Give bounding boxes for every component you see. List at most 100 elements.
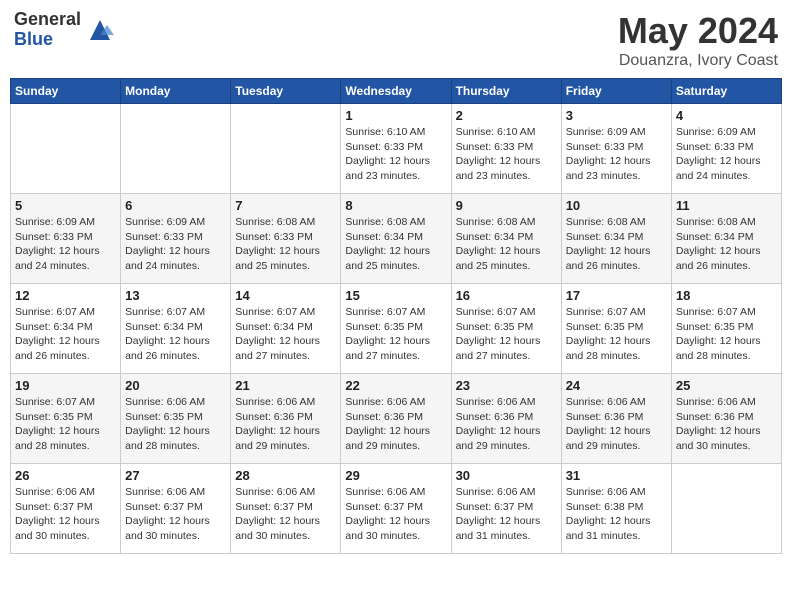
weekday-header-thursday: Thursday (451, 79, 561, 104)
day-info: Sunrise: 6:08 AM Sunset: 6:34 PM Dayligh… (566, 215, 667, 274)
calendar-cell: 4 Sunrise: 6:09 AM Sunset: 6:33 PM Daylig… (671, 104, 781, 194)
calendar-cell: 17Sunrise: 6:07 AM Sunset: 6:35 PM Dayli… (561, 284, 671, 374)
day-number: 29 (345, 468, 446, 483)
day-info: Sunrise: 6:06 AM Sunset: 6:35 PM Dayligh… (125, 395, 226, 454)
calendar-week-row: 26 Sunrise: 6:06 AM Sunset: 6:37 PM Dayli… (11, 464, 782, 554)
weekday-header-saturday: Saturday (671, 79, 781, 104)
calendar-cell: 7Sunrise: 6:08 AM Sunset: 6:33 PM Daylig… (231, 194, 341, 284)
day-info: Sunrise: 6:07 AM Sunset: 6:34 PM Dayligh… (235, 305, 336, 364)
day-info: Sunrise: 6:09 AM Sunset: 6:33 PM Dayligh… (676, 125, 777, 184)
day-number: 20 (125, 378, 226, 393)
day-info: Sunrise: 6:06 AM Sunset: 6:37 PM Dayligh… (456, 485, 557, 544)
day-number: 24 (566, 378, 667, 393)
day-info: Sunrise: 6:07 AM Sunset: 6:34 PM Dayligh… (125, 305, 226, 364)
calendar-cell: 31Sunrise: 6:06 AM Sunset: 6:38 PM Dayli… (561, 464, 671, 554)
day-number: 26 (15, 468, 116, 483)
calendar-cell: 20 Sunrise: 6:06 AM Sunset: 6:35 PM Dayli… (121, 374, 231, 464)
day-number: 21 (235, 378, 336, 393)
calendar-cell (231, 104, 341, 194)
day-info: Sunrise: 6:06 AM Sunset: 6:36 PM Dayligh… (345, 395, 446, 454)
calendar-cell: 8 Sunrise: 6:08 AM Sunset: 6:34 PM Daylig… (341, 194, 451, 284)
day-info: Sunrise: 6:09 AM Sunset: 6:33 PM Dayligh… (15, 215, 116, 274)
day-info: Sunrise: 6:06 AM Sunset: 6:37 PM Dayligh… (235, 485, 336, 544)
day-number: 7 (235, 198, 336, 213)
day-number: 6 (125, 198, 226, 213)
calendar-cell (121, 104, 231, 194)
day-info: Sunrise: 6:07 AM Sunset: 6:35 PM Dayligh… (456, 305, 557, 364)
day-info: Sunrise: 6:07 AM Sunset: 6:34 PM Dayligh… (15, 305, 116, 364)
calendar-cell: 5 Sunrise: 6:09 AM Sunset: 6:33 PM Daylig… (11, 194, 121, 284)
calendar-table: SundayMondayTuesdayWednesdayThursdayFrid… (10, 78, 782, 554)
calendar-cell: 18 Sunrise: 6:07 AM Sunset: 6:35 PM Dayli… (671, 284, 781, 374)
weekday-header-friday: Friday (561, 79, 671, 104)
day-number: 2 (456, 108, 557, 123)
calendar-cell: 12 Sunrise: 6:07 AM Sunset: 6:34 PM Dayli… (11, 284, 121, 374)
calendar-cell: 29 Sunrise: 6:06 AM Sunset: 6:37 PM Dayli… (341, 464, 451, 554)
day-info: Sunrise: 6:07 AM Sunset: 6:35 PM Dayligh… (345, 305, 446, 364)
calendar-cell: 16 Sunrise: 6:07 AM Sunset: 6:35 PM Dayli… (451, 284, 561, 374)
day-info: Sunrise: 6:06 AM Sunset: 6:37 PM Dayligh… (125, 485, 226, 544)
day-number: 19 (15, 378, 116, 393)
calendar-cell: 19Sunrise: 6:07 AM Sunset: 6:35 PM Dayli… (11, 374, 121, 464)
calendar-header: General Blue May 2024 Douanzra, Ivory Co… (10, 10, 782, 70)
calendar-cell: 14 Sunrise: 6:07 AM Sunset: 6:34 PM Dayli… (231, 284, 341, 374)
calendar-cell: 24 Sunrise: 6:06 AM Sunset: 6:36 PM Dayli… (561, 374, 671, 464)
calendar-cell: 15Sunrise: 6:07 AM Sunset: 6:35 PM Dayli… (341, 284, 451, 374)
calendar-week-row: 5 Sunrise: 6:09 AM Sunset: 6:33 PM Daylig… (11, 194, 782, 284)
location-title: Douanzra, Ivory Coast (618, 52, 778, 70)
day-info: Sunrise: 6:09 AM Sunset: 6:33 PM Dayligh… (566, 125, 667, 184)
day-number: 13 (125, 288, 226, 303)
calendar-cell: 1 Sunrise: 6:10 AM Sunset: 6:33 PM Daylig… (341, 104, 451, 194)
day-number: 5 (15, 198, 116, 213)
calendar-cell: 6 Sunrise: 6:09 AM Sunset: 6:33 PM Daylig… (121, 194, 231, 284)
day-info: Sunrise: 6:10 AM Sunset: 6:33 PM Dayligh… (345, 125, 446, 184)
day-info: Sunrise: 6:06 AM Sunset: 6:36 PM Dayligh… (676, 395, 777, 454)
title-area: May 2024 Douanzra, Ivory Coast (618, 10, 778, 70)
day-info: Sunrise: 6:08 AM Sunset: 6:34 PM Dayligh… (345, 215, 446, 274)
day-number: 30 (456, 468, 557, 483)
logo: General Blue (14, 10, 115, 50)
day-number: 23 (456, 378, 557, 393)
calendar-cell: 27Sunrise: 6:06 AM Sunset: 6:37 PM Dayli… (121, 464, 231, 554)
day-info: Sunrise: 6:06 AM Sunset: 6:37 PM Dayligh… (15, 485, 116, 544)
calendar-cell: 28 Sunrise: 6:06 AM Sunset: 6:37 PM Dayli… (231, 464, 341, 554)
calendar-cell: 30 Sunrise: 6:06 AM Sunset: 6:37 PM Dayli… (451, 464, 561, 554)
calendar-week-row: 1 Sunrise: 6:10 AM Sunset: 6:33 PM Daylig… (11, 104, 782, 194)
logo-general-text: General (14, 10, 81, 30)
day-number: 9 (456, 198, 557, 213)
calendar-cell: 10Sunrise: 6:08 AM Sunset: 6:34 PM Dayli… (561, 194, 671, 284)
day-number: 12 (15, 288, 116, 303)
day-number: 28 (235, 468, 336, 483)
day-number: 11 (676, 198, 777, 213)
day-number: 14 (235, 288, 336, 303)
day-number: 4 (676, 108, 777, 123)
calendar-cell: 9Sunrise: 6:08 AM Sunset: 6:34 PM Daylig… (451, 194, 561, 284)
day-number: 16 (456, 288, 557, 303)
weekday-header-wednesday: Wednesday (341, 79, 451, 104)
day-number: 8 (345, 198, 446, 213)
calendar-cell: 2 Sunrise: 6:10 AM Sunset: 6:33 PM Daylig… (451, 104, 561, 194)
day-number: 1 (345, 108, 446, 123)
day-number: 18 (676, 288, 777, 303)
day-info: Sunrise: 6:06 AM Sunset: 6:37 PM Dayligh… (345, 485, 446, 544)
weekday-header-row: SundayMondayTuesdayWednesdayThursdayFrid… (11, 79, 782, 104)
day-info: Sunrise: 6:06 AM Sunset: 6:36 PM Dayligh… (235, 395, 336, 454)
calendar-cell: 23 Sunrise: 6:06 AM Sunset: 6:36 PM Dayli… (451, 374, 561, 464)
weekday-header-tuesday: Tuesday (231, 79, 341, 104)
day-info: Sunrise: 6:09 AM Sunset: 6:33 PM Dayligh… (125, 215, 226, 274)
day-info: Sunrise: 6:07 AM Sunset: 6:35 PM Dayligh… (566, 305, 667, 364)
day-number: 3 (566, 108, 667, 123)
logo-icon (85, 15, 115, 45)
day-info: Sunrise: 6:06 AM Sunset: 6:38 PM Dayligh… (566, 485, 667, 544)
calendar-cell: 26 Sunrise: 6:06 AM Sunset: 6:37 PM Dayli… (11, 464, 121, 554)
day-number: 22 (345, 378, 446, 393)
day-info: Sunrise: 6:06 AM Sunset: 6:36 PM Dayligh… (456, 395, 557, 454)
calendar-week-row: 19Sunrise: 6:07 AM Sunset: 6:35 PM Dayli… (11, 374, 782, 464)
calendar-cell: 13 Sunrise: 6:07 AM Sunset: 6:34 PM Dayli… (121, 284, 231, 374)
day-info: Sunrise: 6:08 AM Sunset: 6:34 PM Dayligh… (676, 215, 777, 274)
calendar-cell: 25Sunrise: 6:06 AM Sunset: 6:36 PM Dayli… (671, 374, 781, 464)
calendar-cell (671, 464, 781, 554)
day-info: Sunrise: 6:10 AM Sunset: 6:33 PM Dayligh… (456, 125, 557, 184)
day-info: Sunrise: 6:06 AM Sunset: 6:36 PM Dayligh… (566, 395, 667, 454)
day-info: Sunrise: 6:07 AM Sunset: 6:35 PM Dayligh… (676, 305, 777, 364)
